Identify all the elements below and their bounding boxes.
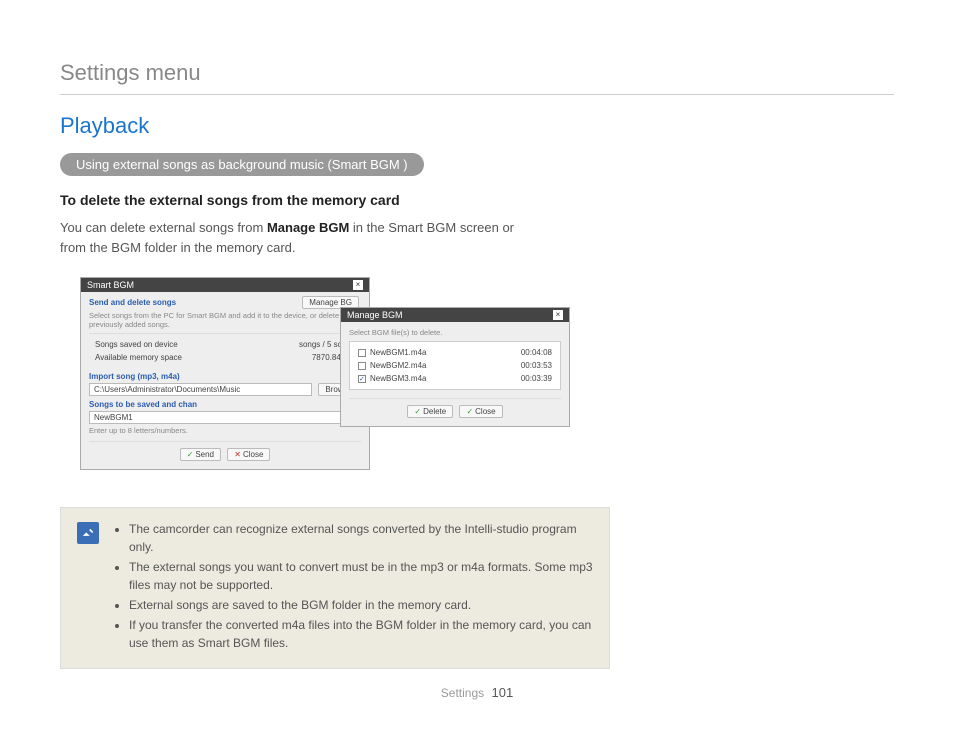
name-input[interactable]: NewBGM1 <box>89 411 361 424</box>
manage-bgm-dialog: Manage BGM × Select BGM file(s) to delet… <box>340 307 570 427</box>
dialog2-desc: Select BGM file(s) to delete. <box>349 328 561 337</box>
bgm-file-row[interactable]: NewBGM2.m4a 00:03:53 <box>354 359 556 372</box>
import-label: Import song (mp3, m4a) <box>89 372 361 381</box>
file-duration: 00:04:08 <box>521 348 552 357</box>
bgm-file-row[interactable]: NewBGM3.m4a 00:03:39 <box>354 372 556 385</box>
bgm-file-row[interactable]: NewBGM1.m4a 00:04:08 <box>354 346 556 359</box>
section-title: Playback <box>60 113 894 139</box>
dialog1-title: Smart BGM <box>87 280 134 290</box>
note-icon <box>77 522 99 544</box>
page-number: 101 <box>492 685 514 700</box>
name-hint: Enter up to 8 letters/numbers. <box>89 426 361 435</box>
topic-pill: Using external songs as background music… <box>60 153 424 176</box>
dialog1-desc: Select songs from the PC for Smart BGM a… <box>89 311 361 329</box>
delete-button[interactable]: ✓Delete <box>407 405 453 418</box>
send-delete-label: Send and delete songs <box>89 298 176 307</box>
page-title: Settings menu <box>60 60 894 95</box>
file-duration: 00:03:53 <box>521 361 552 370</box>
path-input[interactable]: C:\Users\Administrator\Documents\Music <box>89 383 312 396</box>
sub-heading: To delete the external songs from the me… <box>60 192 894 208</box>
checkbox-icon[interactable] <box>358 375 366 383</box>
dialog2-title: Manage BGM <box>347 310 403 320</box>
body-paragraph: You can delete external songs from Manag… <box>60 218 540 257</box>
note-item: External songs are saved to the BGM fold… <box>129 596 593 614</box>
close-icon[interactable]: × <box>553 310 563 320</box>
note-item: The camcorder can recognize external son… <box>129 520 593 556</box>
file-duration: 00:03:39 <box>521 374 552 383</box>
page-footer: Settings 101 <box>0 685 954 700</box>
close-button[interactable]: ✕Close <box>227 448 270 461</box>
save-label: Songs to be saved and chan <box>89 400 361 409</box>
footer-label: Settings <box>441 686 484 700</box>
close-button[interactable]: ✓Close <box>459 405 502 418</box>
checkbox-icon[interactable] <box>358 349 366 357</box>
body-prefix: You can delete external songs from <box>60 220 267 235</box>
note-item: The external songs you want to convert m… <box>129 558 593 594</box>
saved-songs-label: Songs saved on device <box>95 340 178 349</box>
note-box: The camcorder can recognize external son… <box>60 507 610 669</box>
close-icon[interactable]: × <box>353 280 363 290</box>
screenshot-group: Smart BGM × Send and delete songs Manage… <box>80 277 620 477</box>
checkbox-icon[interactable] <box>358 362 366 370</box>
smart-bgm-dialog: Smart BGM × Send and delete songs Manage… <box>80 277 370 470</box>
file-name: NewBGM2.m4a <box>370 361 426 370</box>
send-button[interactable]: ✓Send <box>180 448 221 461</box>
note-item: If you transfer the converted m4a files … <box>129 616 593 652</box>
file-name: NewBGM1.m4a <box>370 348 426 357</box>
file-name: NewBGM3.m4a <box>370 374 426 383</box>
memory-label: Available memory space <box>95 353 182 362</box>
body-bold: Manage BGM <box>267 220 349 235</box>
